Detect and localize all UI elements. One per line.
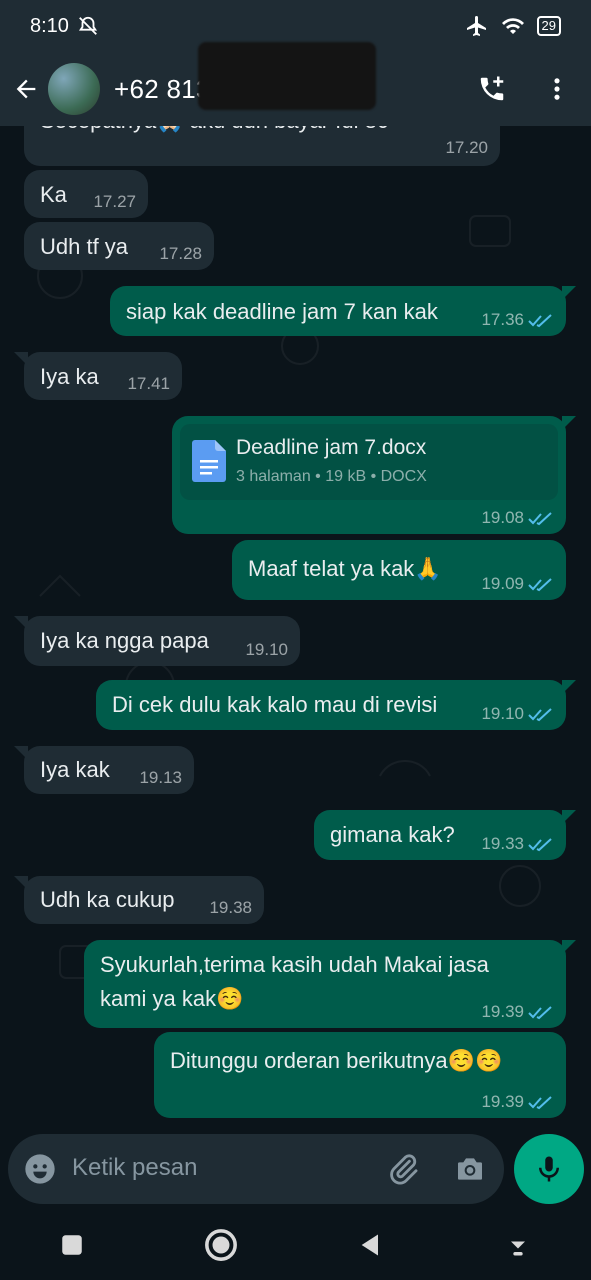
message-time: 19.13 bbox=[139, 768, 182, 787]
message-time: 17.41 bbox=[127, 374, 170, 393]
message-text: Iya kak bbox=[40, 757, 110, 782]
document-preview[interactable]: Deadline jam 7.docx 3 halaman • 19 kB • … bbox=[180, 424, 558, 500]
emoji-icon[interactable] bbox=[24, 1153, 56, 1185]
incoming-message[interactable]: Udh tf ya 17.28 bbox=[24, 222, 214, 270]
incoming-message[interactable]: Ka 17.27 bbox=[24, 170, 148, 218]
message-text-line-2: kami ya kak☺️ bbox=[100, 986, 244, 1011]
status-time: 8:10 bbox=[30, 14, 69, 37]
message-time: 19.39 bbox=[481, 1092, 524, 1111]
nav-back-icon[interactable] bbox=[357, 1231, 385, 1259]
outgoing-document-message[interactable]: Deadline jam 7.docx 3 halaman • 19 kB • … bbox=[172, 416, 576, 534]
document-meta: 3 halaman • 19 kB • DOCX bbox=[236, 468, 427, 485]
incoming-message[interactable]: Iya kak 19.13 bbox=[14, 746, 194, 794]
message-text: siap kak deadline jam 7 kan kak bbox=[126, 299, 438, 324]
message-time: 19.10 bbox=[245, 640, 288, 659]
composer-bar: Ketik pesan bbox=[0, 1132, 591, 1210]
mic-icon bbox=[539, 1156, 559, 1182]
read-ticks-icon bbox=[528, 1095, 552, 1109]
message-time: 17.36 bbox=[481, 310, 524, 329]
outgoing-message[interactable]: Syukurlah,terima kasih udah Makai jasa k… bbox=[84, 940, 576, 1028]
chat-area[interactable]: Secepatnya🙏🏻 aku udh bayar ful 80 17.20 … bbox=[0, 126, 591, 1132]
camera-icon[interactable] bbox=[454, 1153, 486, 1185]
outgoing-message[interactable]: Maaf telat ya kak🙏 19.09 bbox=[232, 540, 566, 600]
incoming-message[interactable]: Secepatnya🙏🏻 aku udh bayar ful 80 17.20 bbox=[24, 126, 500, 166]
outgoing-message[interactable]: Ditunggu orderan berikutnya☺️☺️ 19.39 bbox=[154, 1032, 566, 1118]
arrow-back-icon bbox=[16, 79, 36, 99]
outgoing-message[interactable]: Di cek dulu kak kalo mau di revisi 19.10 bbox=[96, 680, 576, 730]
incoming-message[interactable]: Iya ka ngga papa 19.10 bbox=[14, 616, 300, 666]
nav-keyboard-hide-icon[interactable] bbox=[504, 1231, 532, 1259]
message-text: Iya ka ngga papa bbox=[40, 628, 209, 653]
outgoing-message[interactable]: gimana kak? 19.33 bbox=[314, 810, 576, 860]
message-time: 17.20 bbox=[445, 138, 488, 157]
message-input-box[interactable]: Ketik pesan bbox=[8, 1134, 504, 1204]
message-input-placeholder[interactable]: Ketik pesan bbox=[72, 1154, 197, 1182]
incoming-message[interactable]: Udh ka cukup 19.38 bbox=[14, 876, 264, 924]
message-text: Ditunggu orderan berikutnya☺️☺️ bbox=[170, 1048, 503, 1073]
document-icon bbox=[192, 440, 226, 482]
nav-recents-icon[interactable] bbox=[59, 1232, 85, 1258]
incoming-message[interactable]: Iya ka 17.41 bbox=[14, 352, 182, 400]
message-time: 19.38 bbox=[209, 898, 252, 917]
read-ticks-icon bbox=[528, 707, 552, 721]
message-time: 19.39 bbox=[481, 1002, 524, 1021]
contact-avatar[interactable] bbox=[48, 63, 100, 115]
read-ticks-icon bbox=[528, 577, 552, 591]
message-time: 17.28 bbox=[159, 244, 202, 263]
read-ticks-icon bbox=[528, 511, 552, 525]
message-text: gimana kak? bbox=[330, 822, 455, 847]
message-text: Maaf telat ya kak🙏 bbox=[248, 556, 442, 581]
redaction-block bbox=[198, 42, 376, 110]
system-nav-bar bbox=[0, 1210, 591, 1280]
read-ticks-icon bbox=[528, 313, 552, 327]
attach-icon[interactable] bbox=[386, 1152, 420, 1186]
message-text-line-1: Syukurlah,terima kasih udah Makai jasa bbox=[100, 952, 489, 977]
read-ticks-icon bbox=[528, 837, 552, 851]
message-text: Udh ka cukup bbox=[40, 887, 175, 912]
message-text: Iya ka bbox=[40, 364, 99, 389]
voice-message-button[interactable] bbox=[514, 1134, 584, 1204]
add-call-icon[interactable] bbox=[477, 74, 507, 104]
contact-name[interactable]: +62 813 bbox=[114, 74, 211, 105]
message-time: 19.09 bbox=[481, 574, 524, 593]
message-text: Ka bbox=[40, 182, 67, 207]
airplane-icon bbox=[466, 16, 486, 36]
message-time: 19.10 bbox=[481, 704, 524, 723]
back-button[interactable] bbox=[4, 75, 48, 103]
read-ticks-icon bbox=[528, 1005, 552, 1019]
outgoing-message[interactable]: siap kak deadline jam 7 kan kak 17.36 bbox=[110, 286, 576, 336]
nav-home-icon[interactable] bbox=[204, 1228, 238, 1262]
message-time: 19.08 bbox=[481, 508, 524, 527]
message-time: 17.27 bbox=[93, 192, 136, 211]
document-name: Deadline jam 7.docx bbox=[236, 436, 427, 459]
message-text: Secepatnya🙏🏻 aku udh bayar ful 80 bbox=[40, 126, 389, 134]
message-text: Udh tf ya bbox=[40, 234, 129, 259]
message-text: Di cek dulu kak kalo mau di revisi bbox=[112, 692, 438, 717]
battery-icon: 29 bbox=[536, 16, 561, 36]
mute-notifications-icon bbox=[78, 16, 97, 35]
message-time: 19.33 bbox=[481, 834, 524, 853]
wifi-icon bbox=[501, 18, 524, 34]
more-vert-icon[interactable] bbox=[543, 75, 571, 103]
